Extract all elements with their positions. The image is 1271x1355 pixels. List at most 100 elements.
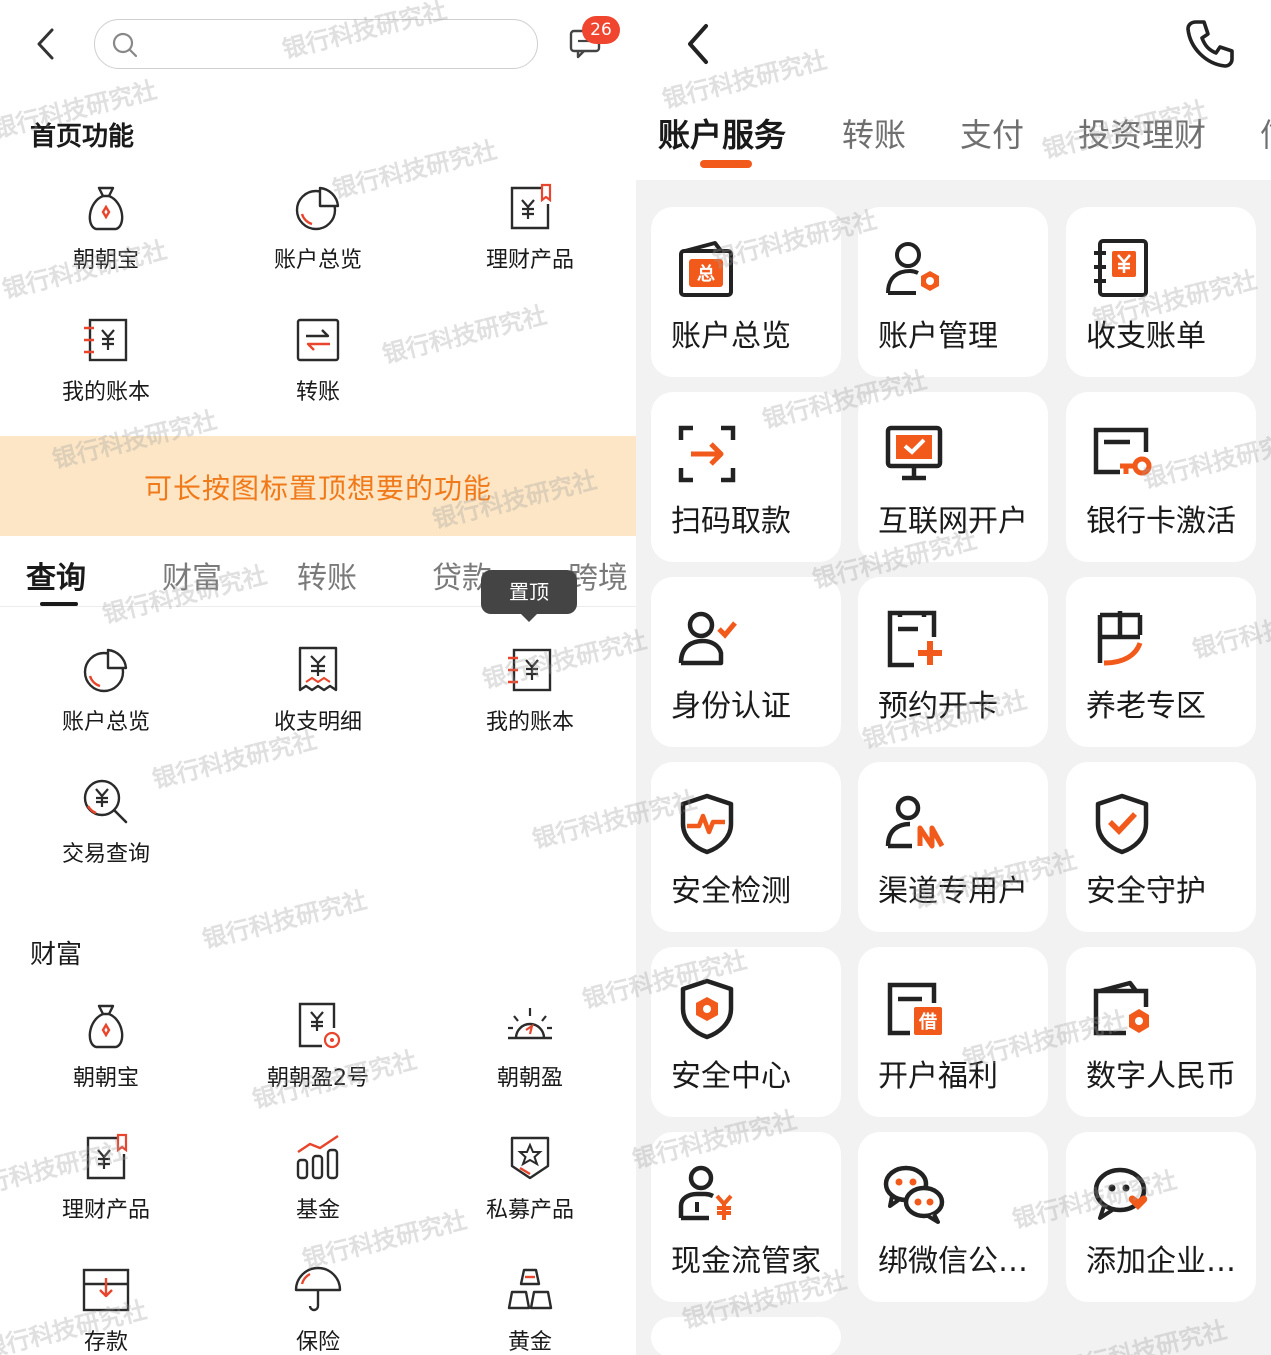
- receipt-icon: [298, 646, 338, 692]
- item-label: 收支明细: [273, 710, 362, 735]
- yen-doc-icon: [298, 1002, 341, 1049]
- card-label: 渠道专用户: [878, 874, 1028, 909]
- card-label: 安全中心: [671, 1059, 791, 1094]
- tab-investment[interactable]: 投资理财: [1078, 110, 1206, 156]
- wealth-item-private-products[interactable]: 私募产品: [450, 1132, 610, 1242]
- wealth-item-zhaozhaoying[interactable]: 朝朝盈: [450, 1000, 610, 1110]
- back-arrow-icon[interactable]: [30, 26, 62, 62]
- deposit-box-icon: [82, 1268, 130, 1312]
- wealth-item-zhaozhaobao[interactable]: 朝朝宝: [26, 1000, 186, 1110]
- wealth-item-zhaozhaoying2[interactable]: 朝朝盈2号: [238, 1000, 398, 1110]
- query-item-transaction-search[interactable]: 交易查询: [26, 776, 186, 886]
- card-label: 账户总览: [671, 319, 791, 354]
- item-label: 我的账本: [485, 710, 574, 735]
- card-security-center[interactable]: 安全中心: [651, 947, 841, 1117]
- ledger-icon: [84, 318, 128, 362]
- card-elderly-zone[interactable]: 养老专区: [1066, 577, 1256, 747]
- card-bank-card-activation[interactable]: 银行卡激活: [1066, 392, 1256, 562]
- card-label: 银行卡激活: [1086, 504, 1236, 539]
- tab-transfer[interactable]: 转账: [297, 553, 357, 597]
- tab-account-services[interactable]: 账户服务: [658, 110, 786, 156]
- card-account-management[interactable]: 账户管理: [858, 207, 1048, 377]
- money-bag-icon: [88, 186, 124, 231]
- item-label: 朝朝盈2号: [267, 1066, 369, 1091]
- item-label: 保险: [295, 1330, 340, 1355]
- card-label: 现金流管家: [671, 1244, 821, 1279]
- wealth-item-gold[interactable]: 黄金: [450, 1264, 610, 1355]
- card-label: 账户管理: [878, 319, 998, 354]
- card-label: 身份认证: [671, 689, 791, 724]
- item-label: 朝朝宝: [72, 248, 139, 273]
- card-bind-wechat[interactable]: 绑微信公…: [858, 1132, 1048, 1302]
- card-scan-withdraw[interactable]: 扫码取款: [651, 392, 841, 562]
- card-online-account-opening[interactable]: 互联网开户: [858, 392, 1048, 562]
- pie-chart-icon: [295, 186, 340, 231]
- item-label: 账户总览: [273, 248, 362, 273]
- card-label: 添加企业…: [1086, 1244, 1236, 1279]
- query-item-my-ledger[interactable]: 我的账本: [450, 644, 610, 754]
- function-list-panel: 26 首页功能 朝朝宝 账户总览 理财产品 我的账本 转账 可长按图标置顶想要的…: [0, 0, 636, 1355]
- home-item-transfer[interactable]: 转账: [238, 314, 398, 424]
- user-gear-icon: [886, 242, 939, 295]
- finance-doc-icon: [86, 1133, 128, 1180]
- card-digital-rmb[interactable]: 数字人民币: [1066, 947, 1256, 1117]
- service-header: 账户服务 转账 支付 投资理财 信: [636, 0, 1271, 180]
- wealth-section-title: 财富: [30, 940, 83, 970]
- shield-hex-icon: [680, 978, 734, 1040]
- tooltip-arrow: [520, 613, 538, 622]
- top-bar: 26: [0, 0, 636, 90]
- phone-icon[interactable]: [1184, 18, 1236, 70]
- wealth-item-fund[interactable]: 基金: [238, 1132, 398, 1242]
- card-partial[interactable]: [651, 1317, 841, 1355]
- active-tab-indicator: [700, 160, 752, 168]
- home-item-finance-products[interactable]: 理财产品: [450, 182, 610, 292]
- active-tab-indicator: [40, 602, 78, 606]
- wealth-item-deposit[interactable]: 存款: [26, 1264, 186, 1355]
- item-label: 朝朝宝: [72, 1066, 139, 1091]
- monitor-check-icon: [885, 425, 943, 481]
- tab-crossborder[interactable]: 跨境: [568, 553, 628, 597]
- card-cash-flow-manager[interactable]: 现金流管家: [651, 1132, 841, 1302]
- card-label: 扫码取款: [671, 504, 791, 539]
- search-input[interactable]: [94, 19, 538, 69]
- service-panel: 账户服务 转账 支付 投资理财 信 总 账户总览 账户管理 收支账单 扫码取款 …: [636, 0, 1271, 1355]
- wallet-total-icon: 总: [679, 241, 733, 297]
- item-label: 理财产品: [485, 248, 574, 273]
- card-account-overview[interactable]: 总 账户总览: [651, 207, 841, 377]
- card-account-welfare[interactable]: 借 开户福利: [858, 947, 1048, 1117]
- card-security-guard[interactable]: 安全守护: [1066, 762, 1256, 932]
- back-arrow-icon[interactable]: [680, 20, 716, 68]
- query-item-account-overview[interactable]: 账户总览: [26, 644, 186, 754]
- ledger-icon: [508, 648, 552, 692]
- card-label: 养老专区: [1086, 689, 1206, 724]
- umbrella-icon: [294, 1266, 342, 1312]
- item-label: 私募产品: [485, 1198, 574, 1223]
- transfer-icon: [296, 318, 340, 362]
- search-icon: [112, 32, 138, 58]
- chat-heart-icon: [1093, 1167, 1148, 1220]
- tab-wealth[interactable]: 财富: [162, 553, 222, 597]
- card-channel-user[interactable]: 渠道专用户: [858, 762, 1048, 932]
- wealth-item-finance-products[interactable]: 理财产品: [26, 1132, 186, 1242]
- item-label: 朝朝盈: [496, 1066, 563, 1091]
- card-key-icon: [1093, 427, 1152, 476]
- wealth-item-insurance[interactable]: 保险: [238, 1264, 398, 1355]
- pin-to-top-tooltip[interactable]: 置顶: [481, 570, 577, 614]
- card-security-check[interactable]: 安全检测: [651, 762, 841, 932]
- query-item-income-expense[interactable]: 收支明细: [238, 644, 398, 754]
- digital-wallet-icon: [1093, 980, 1149, 1036]
- tab-query[interactable]: 查询: [26, 553, 86, 597]
- home-item-my-ledger[interactable]: 我的账本: [26, 314, 186, 424]
- tab-credit[interactable]: 信: [1260, 110, 1271, 156]
- card-add-enterprise[interactable]: 添加企业…: [1066, 1132, 1256, 1302]
- card-reserve-card[interactable]: 预约开卡: [858, 577, 1048, 747]
- card-income-expense-bill[interactable]: 收支账单: [1066, 207, 1256, 377]
- home-item-account-overview[interactable]: 账户总览: [238, 182, 398, 292]
- tab-payment[interactable]: 支付: [960, 110, 1024, 156]
- home-item-zhaozhaobao[interactable]: 朝朝宝: [26, 182, 186, 292]
- card-identity-verification[interactable]: 身份认证: [651, 577, 841, 747]
- gift-card-icon: 借: [887, 982, 942, 1036]
- pin-hint-text: 可长按图标置顶想要的功能: [143, 472, 492, 505]
- item-label: 理财产品: [61, 1198, 150, 1223]
- tab-transfer[interactable]: 转账: [842, 110, 906, 156]
